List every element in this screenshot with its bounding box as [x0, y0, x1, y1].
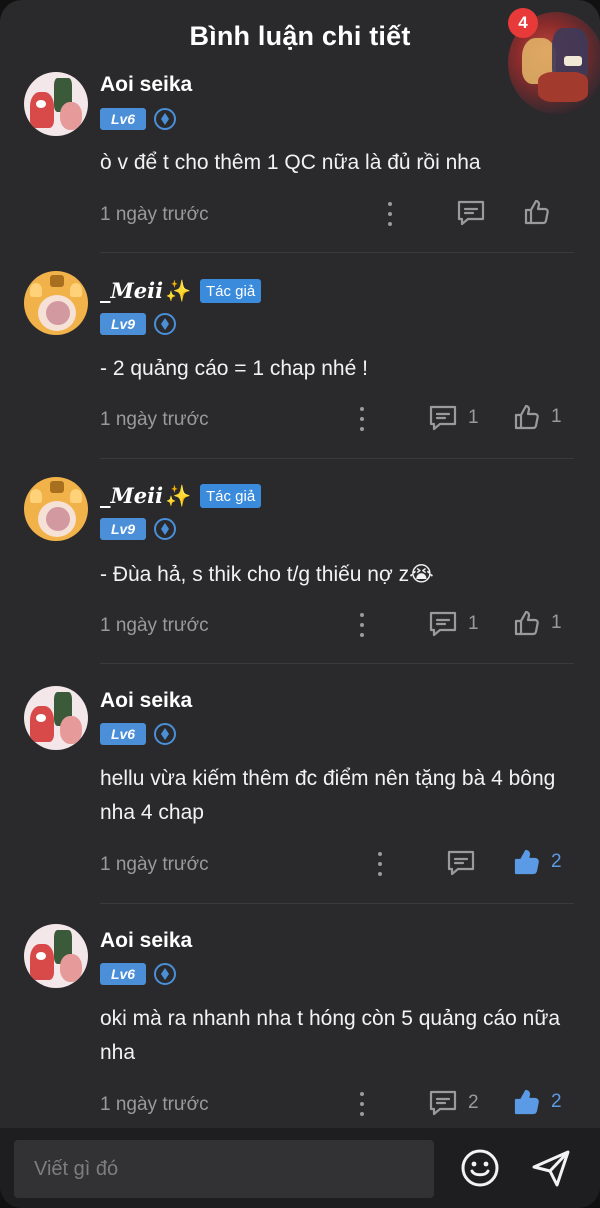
like-button[interactable]: 2 [513, 848, 562, 876]
divider [100, 458, 574, 459]
sparkle-icon: ✨ [165, 483, 192, 508]
comment-time: 1 ngày trước [100, 409, 209, 430]
reply-count: 2 [468, 1092, 479, 1113]
like-button[interactable] [523, 198, 561, 226]
comment-icon [447, 850, 475, 876]
divider [100, 252, 574, 253]
comment-icon [457, 200, 485, 226]
thumbs-up-icon [524, 199, 549, 225]
comment-text: hellu vừa kiếm thêm đc điểm nên tặng bà … [100, 767, 556, 824]
reply-count: 1 [468, 407, 479, 428]
notification-badge: 4 [508, 8, 538, 38]
reply-button[interactable]: 2 [428, 1089, 479, 1117]
author-badge: Tác giả [200, 279, 262, 303]
thumbs-up-icon [514, 610, 539, 636]
comment-text: oki mà ra nhanh nha t hóng còn 5 quảng c… [100, 1007, 561, 1064]
like-button[interactable]: 2 [513, 1088, 562, 1116]
reply-button[interactable]: 1 [428, 404, 479, 432]
level-gem-icon [154, 963, 176, 985]
comment-time: 1 ngày trước [100, 1094, 209, 1115]
avatar[interactable] [24, 686, 88, 750]
more-options-icon[interactable] [387, 202, 393, 226]
level-gem-icon [154, 518, 176, 540]
level-badge: Lv6 [100, 723, 146, 745]
username[interactable]: Aoi seika [100, 929, 192, 953]
avatar[interactable] [24, 477, 88, 541]
level-gem-icon [154, 313, 176, 335]
sparkle-icon: ✨ [165, 278, 192, 303]
like-button[interactable]: 1 [513, 609, 562, 637]
comment-text: - Đùa hả, s thik cho t/g thiếu nợ z😭 [100, 563, 434, 586]
level-badge: Lv9 [100, 313, 146, 335]
comment-text: ò v để t cho thêm 1 QC nữa là đủ rồi nha [100, 151, 481, 174]
like-count: 2 [551, 1091, 562, 1112]
reply-button[interactable]: 1 [428, 610, 479, 638]
page-title: Bình luận chi tiết [189, 20, 411, 51]
thumbs-up-icon [514, 1089, 539, 1115]
reply-button[interactable] [446, 849, 486, 877]
author-badge: Tác giả [200, 484, 262, 508]
comment-text: - 2 quảng cáo = 1 chap nhé ! [100, 357, 368, 380]
comment-icon [429, 1090, 457, 1116]
username[interactable]: _Meii✨ [100, 278, 191, 304]
level-badge: Lv9 [100, 518, 146, 540]
reply-count: 1 [468, 613, 479, 634]
like-button[interactable]: 1 [513, 403, 562, 431]
divider [100, 903, 574, 904]
more-options-icon[interactable] [377, 852, 383, 876]
comment-icon [429, 611, 457, 637]
thumbs-up-icon [514, 404, 539, 430]
level-gem-icon [154, 723, 176, 745]
divider [100, 663, 574, 664]
username[interactable]: Aoi seika [100, 73, 192, 97]
emoji-icon[interactable] [460, 1148, 500, 1193]
more-options-icon[interactable] [359, 407, 365, 431]
comment-detail-screen: Bình luận chi tiết 4 Aoi seika Lv6 ò v đ… [0, 0, 600, 1208]
comment-composer: Viết gì đó [0, 1128, 600, 1208]
avatar[interactable] [24, 924, 88, 988]
level-badge: Lv6 [100, 963, 146, 985]
comment-time: 1 ngày trước [100, 854, 209, 875]
username[interactable]: _Meii✨ [100, 483, 191, 509]
more-options-icon[interactable] [359, 1092, 365, 1116]
thumbs-up-icon [514, 849, 539, 875]
like-count: 2 [551, 851, 562, 872]
like-count: 1 [551, 612, 562, 633]
avatar[interactable] [24, 72, 88, 136]
level-badge: Lv6 [100, 108, 146, 130]
comment-time: 1 ngày trước [100, 204, 209, 225]
avatar[interactable] [24, 271, 88, 335]
more-options-icon[interactable] [359, 613, 365, 637]
send-icon[interactable] [530, 1148, 572, 1193]
reply-button[interactable] [456, 199, 496, 227]
like-count: 1 [551, 406, 562, 427]
username[interactable]: Aoi seika [100, 689, 192, 713]
comment-time: 1 ngày trước [100, 615, 209, 636]
level-gem-icon [154, 108, 176, 130]
comment-input[interactable]: Viết gì đó [14, 1140, 434, 1198]
comment-icon [429, 405, 457, 431]
